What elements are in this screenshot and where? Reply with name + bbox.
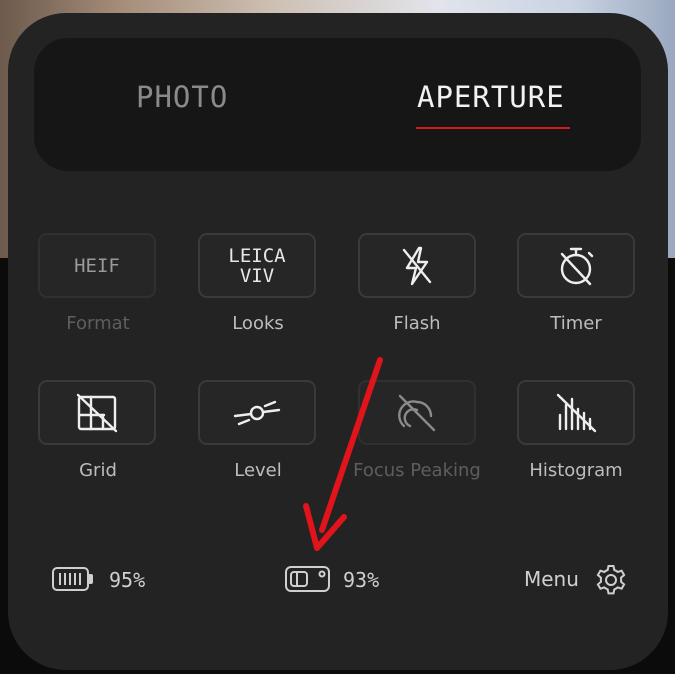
heif-format-icon: HEIF <box>74 254 120 277</box>
level-button[interactable] <box>198 380 316 445</box>
timer-button[interactable] <box>517 233 635 298</box>
format-button[interactable]: HEIF <box>38 233 156 298</box>
looks-tile-line1: LEICA <box>228 244 286 267</box>
timer-off-icon <box>554 244 598 288</box>
flash-off-icon <box>395 244 439 288</box>
histogram-button[interactable] <box>517 380 635 445</box>
histogram-off-icon <box>553 391 599 435</box>
looks-tile-line2: VIV <box>239 264 275 287</box>
phone-battery-level: 95% <box>109 568 146 592</box>
phone-battery-icon <box>52 566 94 596</box>
looks-button[interactable]: LEICA VIV <box>198 233 316 298</box>
active-tab-indicator <box>416 127 570 129</box>
tab-aperture[interactable]: APERTURE <box>417 80 565 114</box>
flash-label: Flash <box>393 313 441 334</box>
grid-label: Grid <box>79 460 117 481</box>
gear-icon[interactable] <box>594 563 628 601</box>
grid-button[interactable] <box>38 380 156 445</box>
focus-peaking-button[interactable] <box>358 380 476 445</box>
grid-off-icon <box>74 391 120 435</box>
flash-button[interactable] <box>358 233 476 298</box>
format-label: Format <box>66 313 130 334</box>
camera-battery-icon <box>285 565 331 597</box>
level-icon <box>232 391 282 435</box>
timer-label: Timer <box>550 313 602 334</box>
looks-label: Looks <box>232 313 284 334</box>
camera-battery-level: 93% <box>343 568 380 592</box>
tab-photo[interactable]: PHOTO <box>136 80 228 114</box>
focus-peaking-label: Focus Peaking <box>353 460 481 481</box>
focus-peaking-off-icon <box>394 390 440 436</box>
leica-viv-icon: LEICA VIV <box>228 246 285 286</box>
histogram-label: Histogram <box>529 460 623 481</box>
level-label: Level <box>234 460 282 481</box>
menu-button[interactable]: Menu <box>524 567 579 591</box>
